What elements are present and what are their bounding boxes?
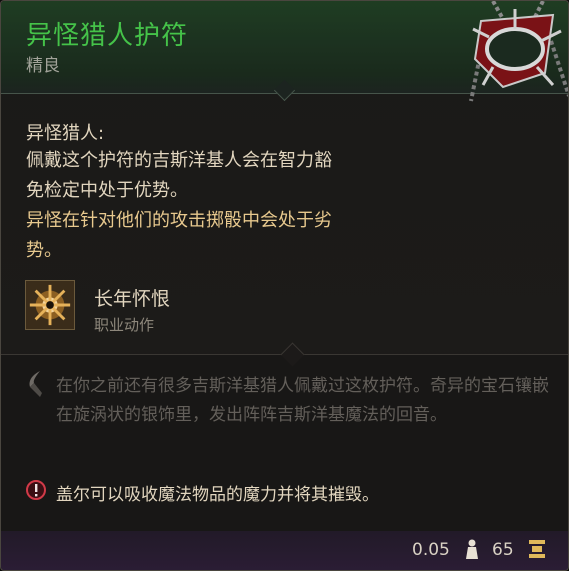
gold-icon: [529, 540, 545, 558]
gale-note: 盖尔可以吸收魔法物品的魔力并将其摧毁。: [56, 485, 379, 505]
passive-desc-line: 异怪在针对他们的攻击掷骰中会处于劣: [26, 206, 406, 236]
passive-desc-line-text: 佩戴这个护符的吉斯洋基人会在智力豁: [26, 150, 332, 171]
item-rarity: 精良: [26, 56, 60, 76]
item-weight: 0.05: [412, 540, 450, 560]
passive-desc-line-text: 异怪在针对他们的攻击掷骰中会处于劣: [26, 210, 332, 231]
item-tooltip: 异怪猎人护符 精良 异怪猎人: 佩戴这个护符的吉斯洋基人会在智力豁 免检定中处于…: [0, 0, 569, 571]
passive-desc-line-text: 势。: [26, 240, 62, 261]
passive-desc-line: 佩戴这个护符的吉斯洋基人会在智力豁: [26, 146, 406, 176]
action-type: 职业动作: [94, 316, 155, 334]
passive-description: 佩戴这个护符的吉斯洋基人会在智力豁 免检定中处于优势。 异怪在针对他们的攻击掷骰…: [26, 146, 406, 266]
grudge-action-icon[interactable]: [25, 280, 75, 330]
passive-desc-line: 势。: [26, 236, 406, 266]
passive-title: 异怪猎人:: [26, 123, 105, 144]
item-name: 异怪猎人护符: [26, 21, 189, 51]
action-name[interactable]: 长年怀恨: [94, 284, 170, 311]
passive-desc-line-text: 免检定中处于优势。: [26, 180, 188, 201]
item-value: 65: [492, 540, 514, 560]
warning-icon: [26, 480, 46, 500]
quill-icon: [29, 371, 42, 397]
lore-text: 在你之前还有很多吉斯洋基猎人佩戴过这枚护符。奇异的宝石镶嵌在旋涡状的银饰里，发出…: [56, 376, 549, 425]
passive-desc-line: 免检定中处于优势。: [26, 176, 406, 206]
tooltip-footer: [1, 531, 568, 570]
weight-icon: [466, 539, 478, 559]
